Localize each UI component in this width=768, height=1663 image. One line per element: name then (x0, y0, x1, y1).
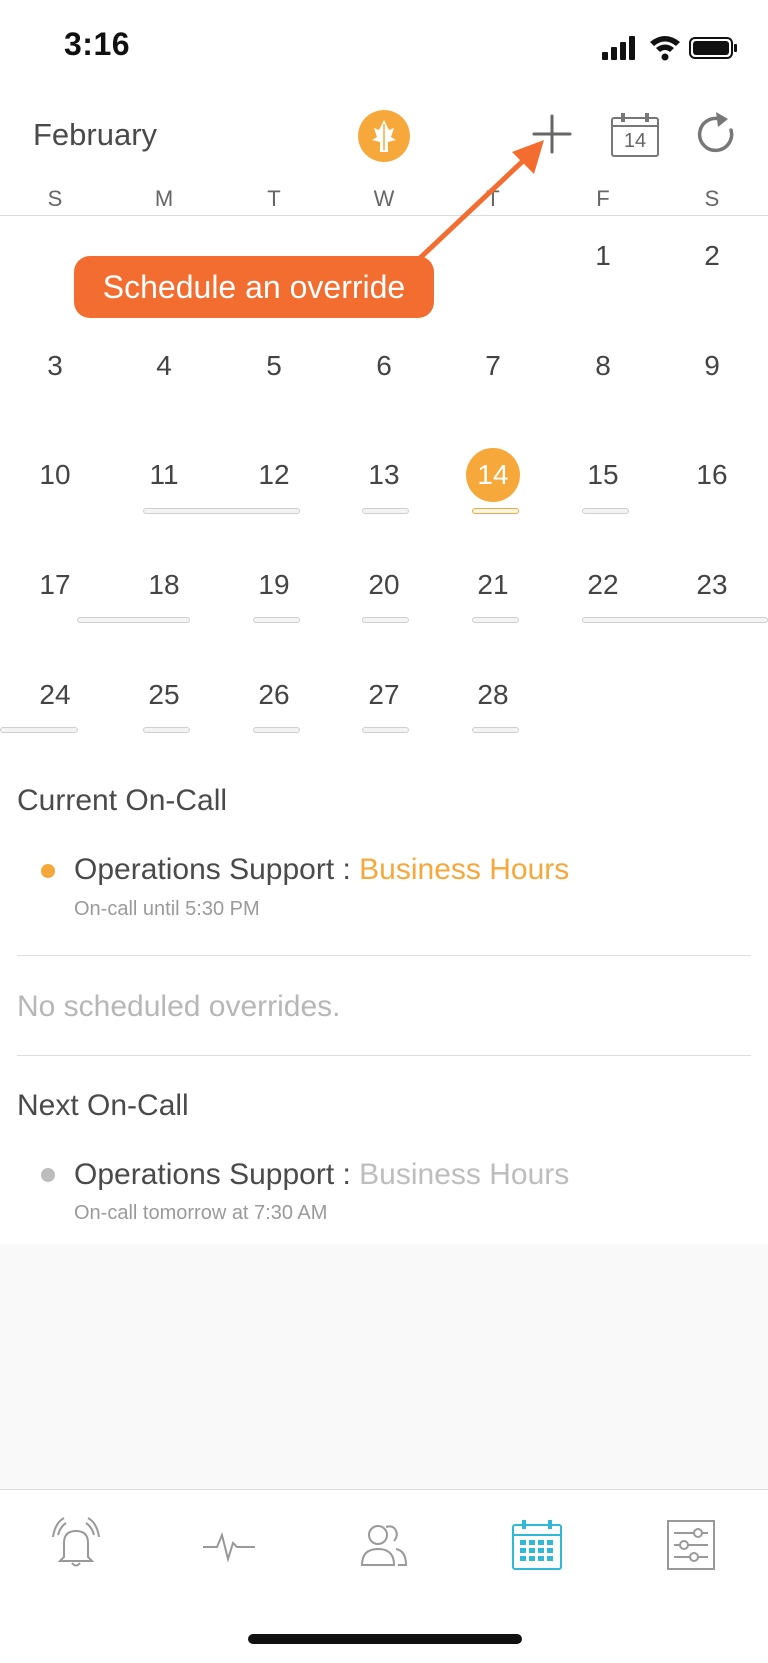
day-16[interactable]: 16 (680, 459, 744, 491)
day-25[interactable]: 25 (132, 679, 196, 711)
coverage-bar (582, 508, 629, 514)
coverage-bar (362, 508, 409, 514)
tab-schedules[interactable] (507, 1515, 567, 1575)
day-22[interactable]: 22 (571, 569, 635, 601)
calendar-icon (512, 1520, 562, 1570)
day-9[interactable]: 9 (680, 350, 744, 382)
current-oncall-detail: On-call until 5:30 PM (74, 898, 260, 920)
day-18[interactable]: 18 (132, 569, 196, 601)
coverage-bar (582, 617, 768, 623)
day-7[interactable]: 7 (461, 350, 525, 382)
section-divider (17, 955, 751, 956)
tab-activity[interactable] (199, 1515, 259, 1575)
day-20[interactable]: 20 (352, 569, 416, 601)
day-21[interactable]: 21 (461, 569, 525, 601)
day-8[interactable]: 8 (571, 350, 635, 382)
coverage-bar (143, 727, 190, 733)
day-27[interactable]: 27 (352, 679, 416, 711)
coverage-bar-today (472, 508, 519, 514)
coverage-bar (143, 508, 300, 514)
alerts-bell-icon (52, 1517, 100, 1567)
people-icon (360, 1525, 408, 1566)
status-dot-inactive (41, 1168, 55, 1182)
coverage-bar (77, 617, 190, 623)
day-19[interactable]: 19 (242, 569, 306, 601)
next-oncall-team: Operations Support : (74, 1158, 360, 1191)
day-17[interactable]: 17 (23, 569, 87, 601)
day-3[interactable]: 3 (23, 350, 87, 382)
current-oncall-schedule: Business Hours (359, 853, 570, 886)
day-24[interactable]: 24 (23, 679, 87, 711)
tab-settings[interactable] (660, 1515, 720, 1575)
day-10[interactable]: 10 (23, 459, 87, 491)
next-oncall-detail: On-call tomorrow at 7:30 AM (74, 1202, 328, 1224)
day-14[interactable]: 14 (461, 459, 525, 491)
day-26[interactable]: 26 (242, 679, 306, 711)
coverage-bar (472, 727, 519, 733)
coverage-bar (362, 617, 409, 623)
day-11[interactable]: 11 (132, 459, 196, 491)
activity-pulse-icon (203, 1531, 255, 1563)
current-oncall-team: Operations Support : (74, 853, 360, 886)
tab-alerts[interactable] (46, 1515, 106, 1575)
coverage-bar (253, 727, 300, 733)
home-indicator (248, 1634, 522, 1644)
day-4[interactable]: 4 (132, 350, 196, 382)
coverage-bar (0, 727, 78, 733)
next-oncall-entry[interactable]: Operations Support : Business Hours (74, 1158, 569, 1192)
section-divider (17, 1055, 751, 1056)
coverage-bar (472, 617, 519, 623)
day-28[interactable]: 28 (461, 679, 525, 711)
tab-people[interactable] (354, 1515, 414, 1575)
status-dot-active (41, 864, 55, 878)
day-12[interactable]: 12 (242, 459, 306, 491)
current-oncall-title: Current On-Call (17, 784, 228, 817)
day-15[interactable]: 15 (571, 459, 635, 491)
coverage-bar (362, 727, 409, 733)
day-6[interactable]: 6 (352, 350, 416, 382)
next-oncall-title: Next On-Call (17, 1089, 189, 1122)
settings-sliders-icon (667, 1520, 715, 1570)
day-23[interactable]: 23 (680, 569, 744, 601)
schedule-override-callout: Schedule an override (74, 256, 434, 318)
day-13[interactable]: 13 (352, 459, 416, 491)
current-oncall-entry[interactable]: Operations Support : Business Hours (74, 853, 569, 887)
content-background (0, 1244, 768, 1489)
next-oncall-schedule: Business Hours (359, 1158, 570, 1191)
no-overrides-text: No scheduled overrides. (17, 990, 341, 1023)
day-5[interactable]: 5 (242, 350, 306, 382)
coverage-bar (253, 617, 300, 623)
